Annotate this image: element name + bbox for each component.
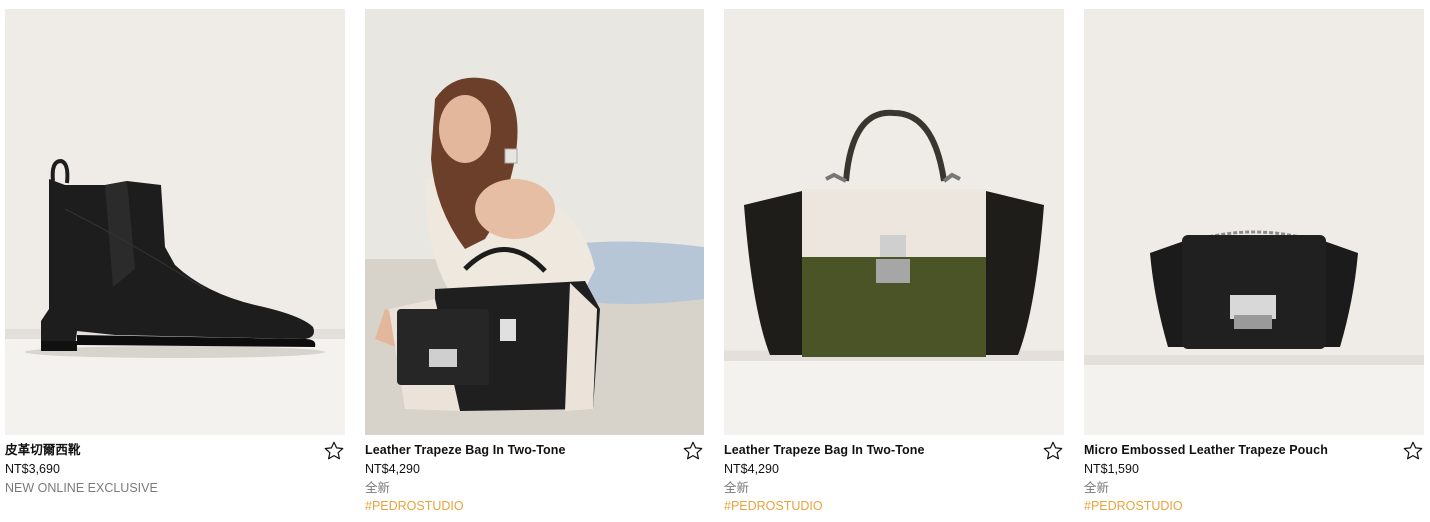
- product-price: NT$4,290: [365, 462, 420, 476]
- product-name[interactable]: Leather Trapeze Bag In Two-Tone: [724, 442, 1064, 459]
- product-hashtag[interactable]: #PEDROSTUDIO: [1084, 497, 1424, 516]
- star-icon[interactable]: [1402, 440, 1424, 462]
- product-tag: 全新: [365, 481, 391, 495]
- product-tag: 全新: [1084, 481, 1110, 495]
- product-price: NT$1,590: [1084, 462, 1139, 476]
- boot-image: [5, 9, 345, 435]
- product-image-chelsea-boot[interactable]: [5, 9, 345, 435]
- product-name[interactable]: Leather Trapeze Bag In Two-Tone: [365, 442, 704, 459]
- product-name[interactable]: 皮革切爾西靴: [5, 442, 345, 459]
- star-icon[interactable]: [323, 440, 345, 462]
- product-card: 皮革切爾西靴 NT$3,690 NEW ONLINE EXCLUSIVE: [5, 9, 345, 522]
- star-icon[interactable]: [1042, 440, 1064, 462]
- product-card: Leather Trapeze Bag In Two-Tone NT$4,290…: [365, 9, 704, 522]
- product-card: Micro Embossed Leather Trapeze Pouch NT$…: [1084, 9, 1424, 522]
- product-tag: 全新: [724, 481, 750, 495]
- product-image-two-tone-bag[interactable]: [724, 9, 1064, 435]
- product-image-micro-pouch[interactable]: [1084, 9, 1424, 435]
- model-bag-image: [365, 9, 704, 435]
- product-card: Leather Trapeze Bag In Two-Tone NT$4,290…: [724, 9, 1064, 522]
- product-price: NT$3,690: [5, 462, 60, 476]
- product-grid: 皮革切爾西靴 NT$3,690 NEW ONLINE EXCLUSIVE Lea…: [0, 0, 1430, 522]
- product-hashtag[interactable]: #PEDROSTUDIO: [365, 497, 704, 516]
- product-hashtag[interactable]: #PEDROSTUDIO: [724, 497, 1064, 516]
- product-image-model-with-bag[interactable]: [365, 9, 704, 435]
- product-info: Micro Embossed Leather Trapeze Pouch NT$…: [1084, 435, 1424, 516]
- product-info: Leather Trapeze Bag In Two-Tone NT$4,290…: [724, 435, 1064, 516]
- product-name[interactable]: Micro Embossed Leather Trapeze Pouch: [1084, 442, 1424, 459]
- product-info: Leather Trapeze Bag In Two-Tone NT$4,290…: [365, 435, 704, 516]
- product-price: NT$4,290: [724, 462, 779, 476]
- product-info: 皮革切爾西靴 NT$3,690 NEW ONLINE EXCLUSIVE: [5, 435, 345, 497]
- two-tone-bag-image: [724, 9, 1064, 435]
- star-icon[interactable]: [682, 440, 704, 462]
- product-tag: NEW ONLINE EXCLUSIVE: [5, 481, 158, 495]
- pouch-image: [1084, 9, 1424, 435]
